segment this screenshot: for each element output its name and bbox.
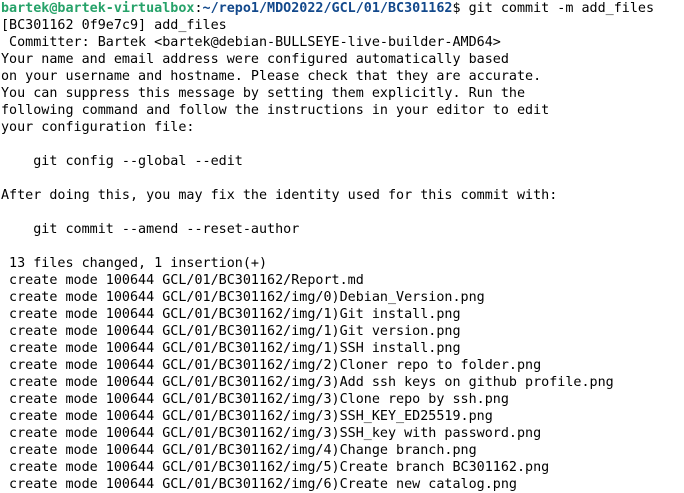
terminal-window[interactable]: bartek@bartek-virtualbox:~/repo1/MDO2022… (0, 0, 684, 492)
prompt-line: bartek@bartek-virtualbox:~/repo1/MDO2022… (1, 0, 684, 17)
prompt-symbol: $ (452, 1, 469, 16)
output-line: your configuration file: (1, 120, 195, 135)
output-line: Committer: Bartek <bartek@debian-BULLSEY… (1, 35, 501, 50)
output-line: on your username and hostname. Please ch… (1, 69, 542, 84)
prompt-user-host: bartek@bartek-virtualbox (1, 1, 195, 16)
output-line: following command and follow the instruc… (1, 103, 550, 118)
output-line: create mode 100644 GCL/01/BC301162/img/3… (1, 375, 614, 390)
output-line: git commit --amend --reset-author (1, 222, 300, 237)
prompt-separator: : (194, 1, 203, 16)
output-line: Your name and email address were configu… (1, 52, 509, 67)
output-line: create mode 100644 GCL/01/BC301162/img/6… (1, 477, 517, 492)
output-line: create mode 100644 GCL/01/BC301162/img/1… (1, 341, 461, 356)
output-line: create mode 100644 GCL/01/BC301162/Repor… (1, 273, 364, 288)
output-line: create mode 100644 GCL/01/BC301162/img/3… (1, 409, 493, 424)
command-text: git commit -m add_files (468, 1, 655, 16)
output-line: create mode 100644 GCL/01/BC301162/img/4… (1, 443, 477, 458)
output-line: create mode 100644 GCL/01/BC301162/img/3… (1, 392, 509, 407)
output-line: create mode 100644 GCL/01/BC301162/img/2… (1, 358, 542, 373)
terminal-output: [BC301162 0f9e7c9] add_files Committer: … (1, 17, 684, 493)
output-line: You can suppress this message by setting… (1, 86, 526, 101)
prompt-path: ~/repo1/MDO2022/GCL/01/BC301162 (202, 1, 453, 16)
output-line: create mode 100644 GCL/01/BC301162/img/5… (1, 460, 550, 475)
output-line: git config --global --edit (1, 154, 243, 169)
output-line: create mode 100644 GCL/01/BC301162/img/1… (1, 324, 461, 339)
output-line: After doing this, you may fix the identi… (1, 188, 558, 203)
output-line: create mode 100644 GCL/01/BC301162/img/0… (1, 290, 485, 305)
output-line: create mode 100644 GCL/01/BC301162/img/1… (1, 307, 461, 322)
output-line: [BC301162 0f9e7c9] add_files (1, 18, 227, 33)
output-line: create mode 100644 GCL/01/BC301162/img/3… (1, 426, 542, 441)
output-line: 13 files changed, 1 insertion(+) (1, 256, 268, 271)
